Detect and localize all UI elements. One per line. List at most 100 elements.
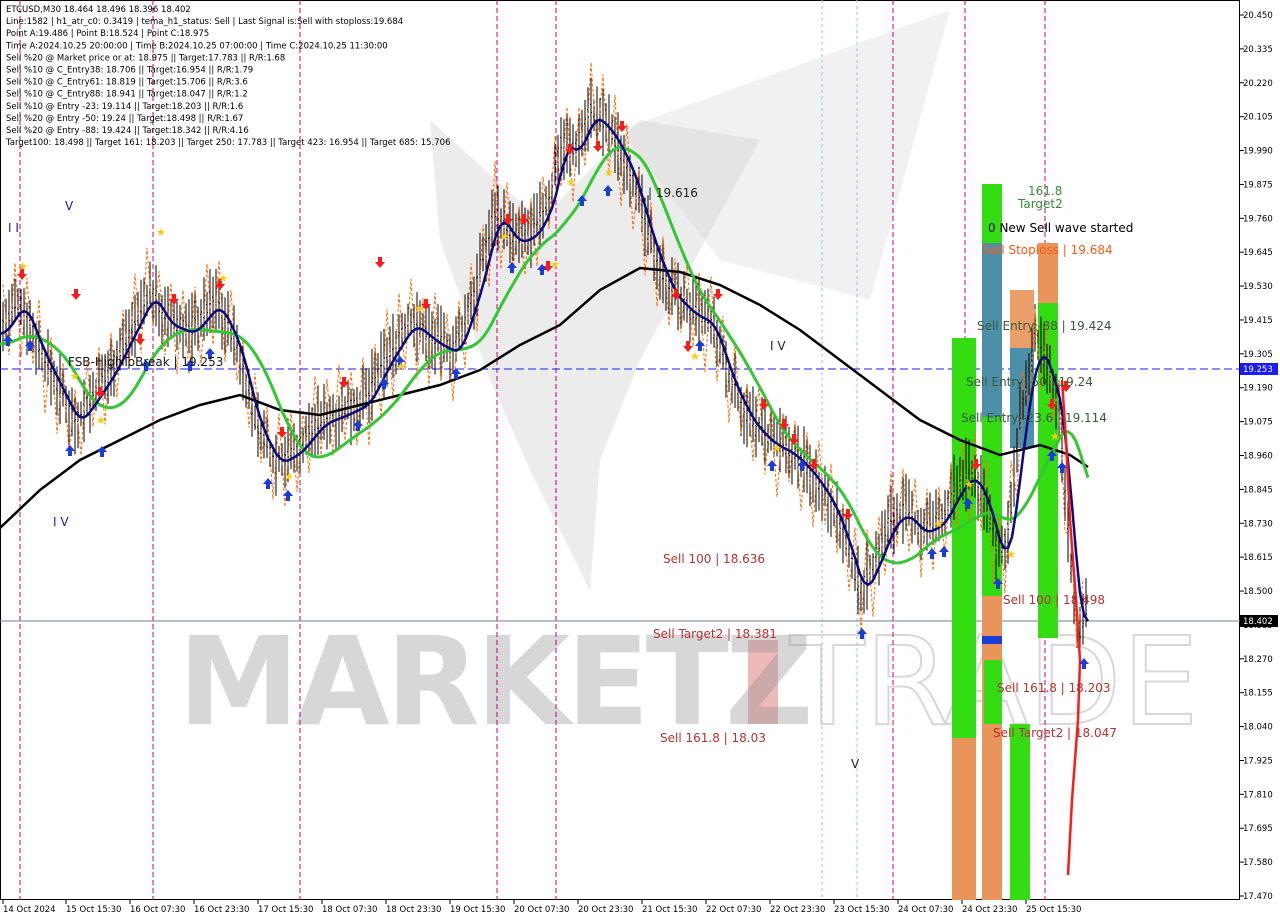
y-tick-label: 18.615 [1243,553,1273,563]
sell100-right-label: Sell 100 | 18.498 [1003,593,1105,607]
info-line: Target100: 18.498 || Target 161: 18.203 … [5,138,450,148]
info-line: Sell %20 @ Entry -50: 19.24 || Target:18… [6,114,243,124]
sell-target2-left-label: Sell Target2 | 18.381 [653,627,777,641]
info-line: Time A:2024.10.25 20:00:00 | Time B:2024… [5,41,388,51]
stoploss-label: Sell Stoploss | 19.684 [983,243,1113,257]
y-tick-label: 19.305 [1243,350,1273,360]
y-tick-label: 19.645 [1243,248,1273,258]
entry23-label: Sell Entry -23.6 | 19.114 [961,411,1107,425]
star-icon: ★ [550,258,560,271]
y-tick-label: 18.730 [1243,519,1273,529]
target2-number: 161.8 [1028,184,1062,198]
y-tick-label: 20.450 [1243,11,1273,21]
y-tick-label: 18.500 [1243,587,1273,597]
info-line: Line:1582 | h1_atr_c0: 0.3419 | tema_h1_… [6,17,403,27]
sell1618-right-label: Sell 161.8 | 18.203 [997,681,1111,695]
x-tick-label: 20 Oct 23:30 [578,905,633,915]
star-icon: ★ [414,302,424,315]
star-icon: ★ [604,166,614,179]
x-tick-label: 19 Oct 15:30 [450,905,505,915]
y-tick-label: 20.220 [1243,79,1273,89]
x-tick-label: 16 Oct 07:30 [130,905,185,915]
star-icon: ★ [934,518,944,531]
y-tick-label: 18.040 [1243,723,1273,733]
entry50-label: Sell Entry -50 | 19.24 [966,375,1093,389]
star-icon: ★ [156,226,166,239]
price-chart[interactable]: MARKETZ TRADE ★★★★★★★★★★★★★★★★★★ | 19.61… [0,0,1280,920]
wave-iv-left-label: I V [53,515,69,529]
price-tag-current: 18.402 [1240,615,1278,627]
star-icon: ★ [396,360,406,373]
y-tick-label: 17.695 [1243,824,1273,834]
y-tick-label: 19.415 [1243,316,1273,326]
peak-label: | 19.616 [648,186,698,200]
x-tick-label: 18 Oct 07:30 [322,905,377,915]
x-tick-label: 15 Oct 15:30 [66,905,121,915]
star-icon: ★ [1050,430,1060,443]
star-icon: ★ [96,414,106,427]
target2-text: Target2 [1017,197,1063,211]
y-tick-label: 19.990 [1243,147,1273,157]
star-icon: ★ [500,230,510,243]
star-icon: ★ [1006,548,1016,561]
star-icon: ★ [18,260,28,273]
y-tick-label: 17.580 [1243,858,1273,868]
info-line: ETCUSD,M30 18.464 18.496 18.396 18.402 [6,5,191,15]
entry88-label: Sell Entry -88 | 19.424 [977,319,1111,333]
x-tick-label: 14 Oct 2024 [3,905,56,915]
current-price-text: 18.402 [1243,617,1273,627]
x-tick-label: 23 Oct 15:30 [834,905,889,915]
x-tick-label: 25 Oct 15:30 [1026,905,1081,915]
info-line: Point A:19.486 | Point B:18.524 | Point … [6,29,209,39]
star-icon: ★ [964,478,974,491]
y-tick-label: 18.845 [1243,485,1273,495]
x-tick-label: 21 Oct 15:30 [642,905,697,915]
y-tick-label: 20.105 [1243,113,1273,123]
y-tick-label: 18.960 [1243,452,1273,462]
y-tick-label: 20.335 [1243,45,1273,55]
info-line: Sell %20 @ Entry -88: 19.424 || Target:1… [6,126,249,136]
time-axis: 14 Oct 2024 15 Oct 15:30 16 Oct 07:30 16 Oc… [2,900,1081,915]
x-tick-label: 17 Oct 15:30 [258,905,313,915]
sell1618-left-label: Sell 161.8 | 18.03 [660,731,766,745]
wave-v-bottom-label: V [851,757,860,771]
y-tick-label: 17.925 [1243,756,1273,766]
price-axis: 20.450 20.335 20.220 20.105 19.990 19.875 19.7… [1240,11,1273,902]
y-tick-label: 19.075 [1243,418,1273,428]
new-wave-label: 0 New Sell wave started [988,221,1133,235]
y-tick-label: 17.470 [1243,892,1273,902]
price-tag-hline: 19.253 [1240,363,1278,375]
x-tick-label: 16 Oct 23:30 [194,905,249,915]
y-tick-label: 18.155 [1243,689,1273,699]
y-tick-label: 19.530 [1243,282,1273,292]
star-icon: ★ [566,176,576,189]
info-line: Sell %10 @ C_Entry61: 18.819 || Target:1… [6,78,248,88]
info-line: Sell %10 @ Entry -23: 19.114 || Target:1… [6,102,243,112]
wave-v-left-label: V [65,199,74,213]
star-icon: ★ [690,350,700,363]
y-tick-label: 19.875 [1243,180,1273,190]
x-tick-label: 24 Oct 23:30 [962,905,1017,915]
x-tick-label: 18 Oct 23:30 [386,905,441,915]
y-tick-label: 18.270 [1243,655,1273,665]
x-tick-label: 20 Oct 07:30 [514,905,569,915]
y-tick-label: 19.760 [1243,214,1273,224]
sell-target2-right-label: Sell Target2 | 18.047 [993,726,1117,740]
x-tick-label: 24 Oct 07:30 [898,905,953,915]
star-icon: ★ [284,470,294,483]
info-line: Sell %10 @ C_Entry88: 18.941 || Target:1… [6,90,248,100]
hline-price-text: 19.253 [1243,365,1273,375]
x-tick-label: 22 Oct 07:30 [706,905,761,915]
wave-iv-label: I V [770,339,786,353]
star-icon: ★ [70,370,80,383]
wave-ii-label: I I [8,221,19,235]
y-tick-label: 19.190 [1243,384,1273,394]
info-line: Sell %10 @ C_Entry38: 18.706 || Target:1… [6,66,253,76]
info-line: Sell %20 @ Market price or at: 18.975 ||… [6,53,285,63]
fsb-label: FSB-HighToBreak | 19.253 [68,355,223,369]
sell100-left-label: Sell 100 | 18.636 [663,552,765,566]
star-icon: ★ [772,442,782,455]
star-icon: ★ [218,272,228,285]
x-tick-label: 22 Oct 23:30 [770,905,825,915]
y-tick-label: 17.810 [1243,790,1273,800]
